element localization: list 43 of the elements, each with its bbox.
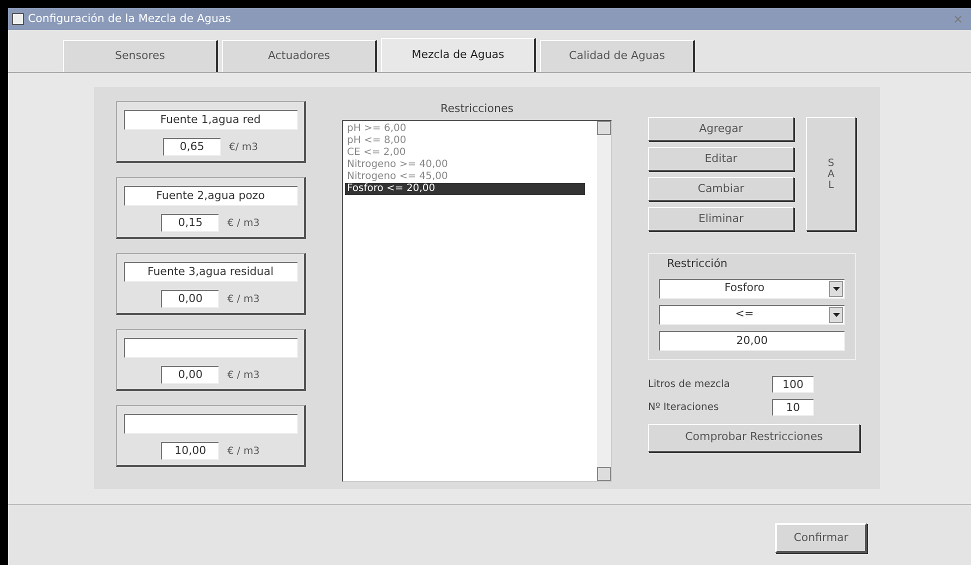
exit-button[interactable]: SAL <box>806 117 856 231</box>
variable-dropdown[interactable]: Fosforo <box>659 278 845 298</box>
unit-label: € / m3 <box>227 368 260 382</box>
list-item[interactable]: CE <= 2,00 <box>345 146 585 158</box>
scrollbar[interactable] <box>597 120 611 480</box>
window-title: Configuración de la Mezcla de Aguas <box>28 10 232 27</box>
setting-field[interactable]: 100 <box>772 376 814 392</box>
price-field[interactable]: 0,00 <box>161 290 220 308</box>
tab[interactable]: Mezcla de Aguas <box>381 38 536 72</box>
source-name-field[interactable]: Fuente 1,agua red <box>124 110 298 130</box>
operator-dropdown[interactable]: <= <box>659 304 845 324</box>
list-item[interactable]: pH >= 6,00 <box>345 122 585 134</box>
tab[interactable]: Calidad de Aguas <box>540 40 695 72</box>
list-item[interactable]: pH <= 8,00 <box>345 134 585 146</box>
value-field[interactable]: 20,00 <box>659 330 845 350</box>
price-field[interactable]: 0,00 <box>161 366 220 384</box>
unit-label: € / m3 <box>227 216 260 230</box>
source-name-field[interactable]: Fuente 3,agua residual <box>124 262 298 282</box>
price-field[interactable]: 0,65 <box>162 138 221 156</box>
setting-field[interactable]: 10 <box>772 398 814 416</box>
unit-label: € / m3 <box>227 292 260 306</box>
price-field[interactable]: 0,15 <box>161 214 220 232</box>
unit-label: €/ m3 <box>228 140 258 154</box>
source-name-field[interactable] <box>124 414 298 434</box>
source-name-field[interactable]: Fuente 2,agua pozo <box>124 186 298 206</box>
list-item[interactable]: Fosforo <= 20,00 <box>345 182 585 194</box>
setting-label: Nº Iteraciones <box>648 400 720 414</box>
action-button[interactable]: Eliminar <box>648 207 794 231</box>
source-name-field[interactable] <box>124 338 298 358</box>
list-item[interactable]: Nitrogeno >= 40,00 <box>345 158 585 170</box>
setting-label: Litros de mezcla <box>648 378 731 392</box>
group-title: Restricción <box>666 256 728 272</box>
unit-label: € / m3 <box>227 444 260 458</box>
list-title: Restricciones <box>440 101 514 117</box>
tab[interactable]: Actuadores <box>222 40 377 72</box>
tab[interactable]: Sensores <box>63 40 218 72</box>
action-button[interactable]: Cambiar <box>648 177 794 201</box>
price-field[interactable]: 10,00 <box>161 442 220 460</box>
list-item[interactable]: Nitrogeno <= 45,00 <box>345 170 585 182</box>
action-button[interactable]: Editar <box>648 147 794 171</box>
confirm-button[interactable]: Confirmar <box>775 523 867 553</box>
action-button[interactable]: Agregar <box>648 117 794 141</box>
check-button[interactable]: Comprobar Restricciones <box>648 424 860 452</box>
